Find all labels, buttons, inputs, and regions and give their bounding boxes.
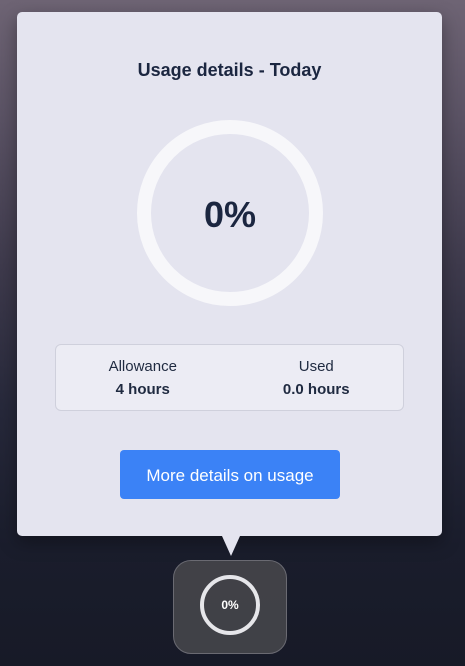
used-stat: Used 0.0 hours [230,345,404,410]
used-value: 0.0 hours [282,381,350,398]
popup-pointer [222,516,240,556]
more-details-button[interactable]: More details on usage [120,450,340,499]
usage-popup: Usage details - Today 0% Allowance 4 hou… [17,12,442,536]
usage-percent: 0% [203,194,257,235]
allowance-stat: Allowance 4 hours [56,345,230,410]
allowance-value: 4 hours [115,381,170,398]
used-label: Used [298,358,334,375]
popup-title: Usage details - Today [137,60,322,80]
tray-usage-percent: 0% [221,598,239,612]
usage-stats: Allowance 4 hours Used 0.0 hours [55,344,404,411]
allowance-label: Allowance [108,358,177,375]
tray-usage-widget[interactable]: 0% [173,560,287,654]
usage-progress-ring: 0% [137,120,323,306]
